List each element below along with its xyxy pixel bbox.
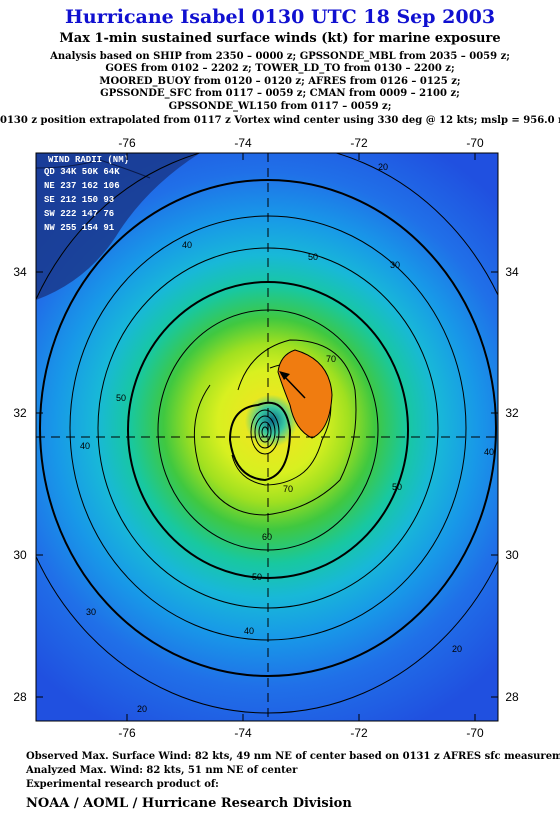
contour-label: 60 [262, 532, 272, 542]
analysis-line: GOES from 0102 – 2202 z; TOWER_LD_TO fro… [105, 63, 455, 75]
x-tick-label: -72 [350, 136, 368, 150]
organization-label: NOAA / AOML / Hurricane Research Divisio… [26, 796, 352, 811]
analysis-line: Analysis based on SHIP from 2350 – 0000 … [50, 51, 510, 62]
contour-label: 50 [392, 482, 402, 492]
x-tick-label: -76 [118, 726, 136, 740]
contour-label: 70 [283, 484, 293, 494]
contour-label: 50 [308, 252, 318, 262]
contour-label: 40 [244, 626, 254, 636]
contour-label: 50 [252, 572, 262, 582]
analysis-line: MOORED_BUOY from 0120 – 0120 z; AFRES fr… [99, 75, 461, 87]
analysis-line: GPSSONDE_SFC from 0117 – 0059 z; CMAN fr… [100, 88, 460, 100]
wind-radii-header: QD 34K 50K 64K [44, 167, 120, 177]
contour-label: 30 [86, 607, 96, 617]
x-tick-label: -70 [466, 726, 484, 740]
contour-label: 40 [80, 441, 90, 451]
y-tick-label: 32 [505, 406, 519, 420]
x-tick-label: -70 [466, 136, 484, 150]
wind-radii-row: NE 237 162 106 [44, 181, 120, 191]
analyzed-max-wind: Analyzed Max. Wind: 82 kts, 51 nm NE of … [26, 765, 298, 776]
analysis-sources: Analysis based on SHIP from 2350 – 0000 … [0, 51, 560, 113]
y-tick-label: 30 [505, 548, 519, 562]
contour-label: 20 [452, 644, 462, 654]
y-tick-label: 34 [13, 265, 27, 279]
y-tick-label: 30 [13, 548, 27, 562]
map-title: Hurricane Isabel 0130 UTC 18 Sep 2003 [64, 6, 496, 28]
wind-radii-title: WIND RADII (NM) [48, 155, 129, 165]
contour-label: 30 [390, 260, 400, 270]
x-tick-label: -76 [118, 136, 136, 150]
y-tick-label: 28 [505, 690, 519, 704]
wind-radii-row: SW 222 147 76 [44, 209, 114, 219]
x-tick-label: -74 [234, 136, 252, 150]
map-subtitle: Max 1-min sustained surface winds (kt) f… [59, 31, 501, 46]
observed-max-wind: Observed Max. Surface Wind: 82 kts, 49 n… [26, 751, 560, 762]
contour-label: 40 [182, 240, 192, 250]
contour-label: 20 [137, 704, 147, 714]
y-tick-label: 28 [13, 690, 27, 704]
product-note: Experimental research product of: [26, 779, 219, 790]
analysis-line: GPSSONDE_WL150 from 0117 – 0059 z; [168, 100, 392, 112]
y-tick-label: 32 [13, 406, 27, 420]
wind-radii-row: NW 255 154 91 [44, 223, 115, 233]
wind-field-map: 70 70 50 60 50 40 30 30 20 20 40 50 50 4… [13, 136, 519, 740]
wind-radii-row: SE 212 150 93 [44, 195, 114, 205]
footer-notes: Observed Max. Surface Wind: 82 kts, 49 n… [26, 750, 560, 792]
contour-label: 70 [326, 354, 336, 364]
x-tick-label: -74 [234, 726, 252, 740]
position-note: 0130 z position extrapolated from 0117 z… [0, 115, 560, 126]
x-tick-label: -72 [350, 726, 368, 740]
y-tick-label: 34 [505, 265, 519, 279]
contour-label: 40 [484, 447, 494, 457]
contour-label: 50 [116, 393, 126, 403]
contour-label: 20 [378, 162, 388, 172]
